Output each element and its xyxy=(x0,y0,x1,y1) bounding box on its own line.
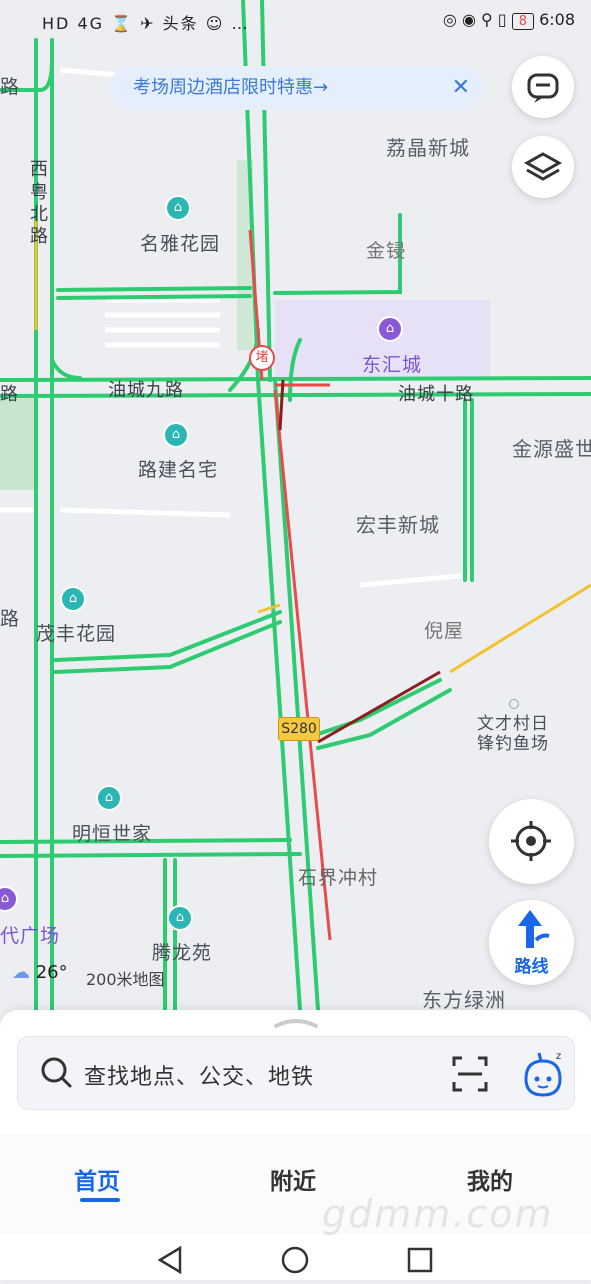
bottom-panel: 查找地点、公交、地铁 z 首页 附近 我的 xyxy=(0,1010,591,1280)
assistant-icon[interactable]: z xyxy=(520,1049,566,1099)
map-label: 路 xyxy=(30,226,49,247)
active-tab-indicator xyxy=(80,1198,120,1202)
tab-mine[interactable]: 我的 xyxy=(467,1162,513,1196)
building-icon[interactable]: ⌂ xyxy=(163,422,189,448)
message-button[interactable] xyxy=(512,56,574,118)
search-placeholder: 查找地点、公交、地铁 xyxy=(84,1065,315,1090)
status-right: ◎ ◉ ⚲ ▯ 8 6:08 xyxy=(443,10,575,30)
system-nav-icons xyxy=(157,1245,433,1275)
weather-widget[interactable]: ☁ 26° xyxy=(12,962,68,983)
battery-icon: 8 xyxy=(511,13,534,30)
tab-home[interactable]: 首页 xyxy=(74,1162,120,1196)
building-icon[interactable]: ⌂ xyxy=(96,785,122,811)
map-label: 路 xyxy=(0,384,19,405)
map-label: 荔晶新城 xyxy=(386,136,470,160)
svg-text:z: z xyxy=(556,1051,561,1062)
locate-button[interactable] xyxy=(489,799,574,884)
layers-button[interactable] xyxy=(512,136,574,198)
map-label: 倪屋 xyxy=(424,620,465,642)
layers-icon xyxy=(523,152,563,181)
promo-banner[interactable]: 考场周边酒店限时特惠→ ✕ xyxy=(109,66,482,110)
locate-icon xyxy=(511,821,551,861)
park-area xyxy=(0,395,36,490)
highway-shield: S280 xyxy=(278,717,320,741)
cloud-icon: ☁ xyxy=(12,962,30,983)
scan-icon[interactable] xyxy=(450,1054,490,1094)
tab-nearby[interactable]: 附近 xyxy=(270,1162,316,1196)
drag-handle[interactable] xyxy=(274,1016,318,1028)
building-icon[interactable]: ⌂ xyxy=(60,586,86,612)
map-label: 油城九路 xyxy=(108,380,184,401)
status-indicators: HD 4G ⌛ ✈ 头条 ☺ … xyxy=(42,14,250,33)
map-label: 名雅花园 xyxy=(140,233,221,255)
map-view[interactable]: ⌂ ⌂ ⌂ ⌂ ⌂ ⌂ ⌂ 堵 荔晶新城 西 粤 北 路 路 名雅花园 金锓 东… xyxy=(0,0,591,1010)
map-label: 东方绿洲 xyxy=(422,988,506,1010)
temperature: 26° xyxy=(35,962,68,983)
map-label: 石界冲村 xyxy=(298,867,379,889)
poi-dot xyxy=(509,699,519,709)
map-label: 锋钓鱼场 xyxy=(477,734,549,754)
route-button[interactable]: 路线 xyxy=(489,900,574,985)
close-icon[interactable]: ✕ xyxy=(452,66,470,110)
map-label: 代广场 xyxy=(0,925,61,947)
map-label: 东汇城 xyxy=(362,354,423,376)
signal-icons: ◎ ◉ ⚲ ▯ xyxy=(442,10,507,29)
home-icon xyxy=(281,1246,309,1274)
watermark: gdmm.com xyxy=(322,1192,554,1236)
congestion-badge: 堵 xyxy=(249,345,275,371)
map-scale: 200米地图 xyxy=(86,970,165,989)
map-label: 腾龙苑 xyxy=(152,942,213,964)
map-label: 金源盛世 xyxy=(512,437,591,461)
search-bar[interactable]: 查找地点、公交、地铁 z xyxy=(17,1036,575,1110)
map-label: 路建名宅 xyxy=(138,459,219,481)
map-label: 茂丰花园 xyxy=(36,623,117,645)
building-icon[interactable]: ⌂ xyxy=(167,905,193,931)
shopping-icon[interactable]: ⌂ xyxy=(377,316,403,342)
promo-text: 考场周边酒店限时特惠→ xyxy=(133,77,329,98)
search-icon xyxy=(41,1057,72,1088)
map-label: 明恒世家 xyxy=(72,823,153,845)
map-label: 油城十路 xyxy=(398,384,474,405)
system-nav-bar xyxy=(0,1234,591,1280)
route-label: 路线 xyxy=(514,957,549,977)
building-icon[interactable]: ⌂ xyxy=(165,195,191,221)
map-label: 宏丰新城 xyxy=(356,513,440,537)
map-label: 路 xyxy=(0,608,21,630)
map-label: 金锓 xyxy=(366,240,407,262)
recents-icon xyxy=(407,1247,433,1273)
map-label: 路 xyxy=(0,76,21,98)
message-icon xyxy=(527,73,559,103)
back-icon xyxy=(157,1245,182,1275)
status-bar: HD 4G ⌛ ✈ 头条 ☺ … ◎ ◉ ⚲ ▯ 8 6:08 xyxy=(0,0,591,40)
clock: 6:08 xyxy=(539,10,575,29)
